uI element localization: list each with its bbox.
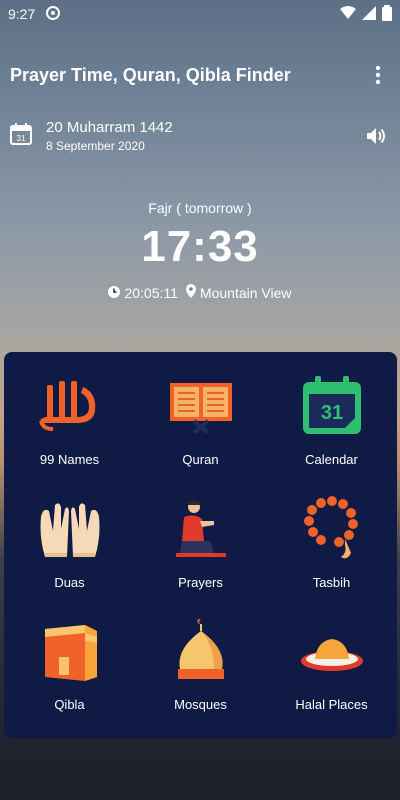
countdown-text: 20:05:11 bbox=[124, 284, 178, 301]
next-prayer-time: 17:33 bbox=[141, 222, 259, 271]
allah-calligraphy-icon bbox=[35, 370, 105, 440]
status-icons bbox=[340, 4, 392, 24]
grid-label-duas: Duas bbox=[54, 574, 85, 590]
grid-item-99-names[interactable]: 99 Names bbox=[4, 364, 135, 487]
more-options-icon[interactable] bbox=[366, 63, 390, 87]
grid-item-mosques[interactable]: Mosques bbox=[135, 609, 266, 732]
praying-hands-icon bbox=[35, 493, 105, 563]
grid-label-tasbih: Tasbih bbox=[312, 574, 351, 590]
countdown: 20:05:11 bbox=[108, 284, 178, 301]
grid-item-quran[interactable]: Quran bbox=[135, 364, 266, 487]
mosque-dome-icon bbox=[166, 615, 236, 685]
hijri-date: 20 Muharram 1442 bbox=[46, 119, 173, 136]
next-prayer-panel: Fajr ( tomorrow ) 17:33 20:05:11 Mountai… bbox=[0, 200, 400, 301]
grid-item-prayers[interactable]: Prayers bbox=[135, 487, 266, 610]
grid-item-calendar[interactable]: 31 Calendar bbox=[266, 364, 397, 487]
grid-label-mosques: Mosques bbox=[174, 697, 227, 713]
grid-item-qibla[interactable]: Qibla bbox=[4, 609, 135, 732]
grid-item-tasbih[interactable]: Tasbih bbox=[266, 487, 397, 610]
signal-icon bbox=[362, 5, 376, 23]
status-bar: 9:27 bbox=[0, 0, 400, 28]
calendar-icon: 31 bbox=[297, 370, 367, 440]
info-row: 20:05:11 Mountain View bbox=[0, 284, 400, 301]
date-row: 31 20 Muharram 1442 8 September 2020 bbox=[0, 115, 400, 157]
kaaba-icon bbox=[35, 615, 105, 685]
feature-grid: 99 Names Quran 31 Calendar Duas Prayers … bbox=[4, 352, 397, 738]
calendar-small-day: 31 bbox=[17, 134, 26, 143]
wifi-icon bbox=[340, 5, 356, 23]
quran-book-icon bbox=[166, 370, 236, 440]
volume-icon[interactable] bbox=[362, 122, 390, 150]
calendar-icon-day: 31 bbox=[320, 402, 342, 424]
calendar-small-icon[interactable]: 31 bbox=[10, 122, 32, 150]
grid-label-halal-places: Halal Places bbox=[295, 697, 368, 713]
grid-item-halal-places[interactable]: Halal Places bbox=[266, 609, 397, 732]
grid-item-duas[interactable]: Duas bbox=[4, 487, 135, 610]
at-sign-icon bbox=[45, 5, 61, 24]
location-pin-icon bbox=[185, 284, 196, 301]
next-prayer-label: Fajr ( tomorrow ) bbox=[148, 200, 252, 216]
gregorian-date: 8 September 2020 bbox=[46, 139, 145, 153]
grid-label-prayers: Prayers bbox=[178, 574, 223, 590]
grid-label-99-names: 99 Names bbox=[39, 452, 100, 467]
app-bar: Prayer Time, Quran, Qibla Finder bbox=[0, 50, 400, 100]
halal-food-icon bbox=[297, 615, 367, 685]
date-texts: 20 Muharram 1442 8 September 2020 bbox=[46, 119, 362, 153]
prayer-beads-icon bbox=[297, 493, 367, 563]
battery-icon bbox=[382, 4, 392, 24]
location-text: Mountain View bbox=[199, 284, 292, 301]
app-title: Prayer Time, Quran, Qibla Finder bbox=[10, 64, 291, 85]
status-time: 9:27 bbox=[8, 6, 36, 22]
location[interactable]: Mountain View bbox=[185, 284, 292, 301]
grid-label-calendar: Calendar bbox=[305, 452, 358, 467]
praying-man-icon bbox=[166, 493, 236, 563]
grid-label-quran: Quran bbox=[182, 452, 219, 467]
grid-label-qibla: Qibla bbox=[54, 697, 85, 713]
clock-icon bbox=[108, 285, 121, 301]
